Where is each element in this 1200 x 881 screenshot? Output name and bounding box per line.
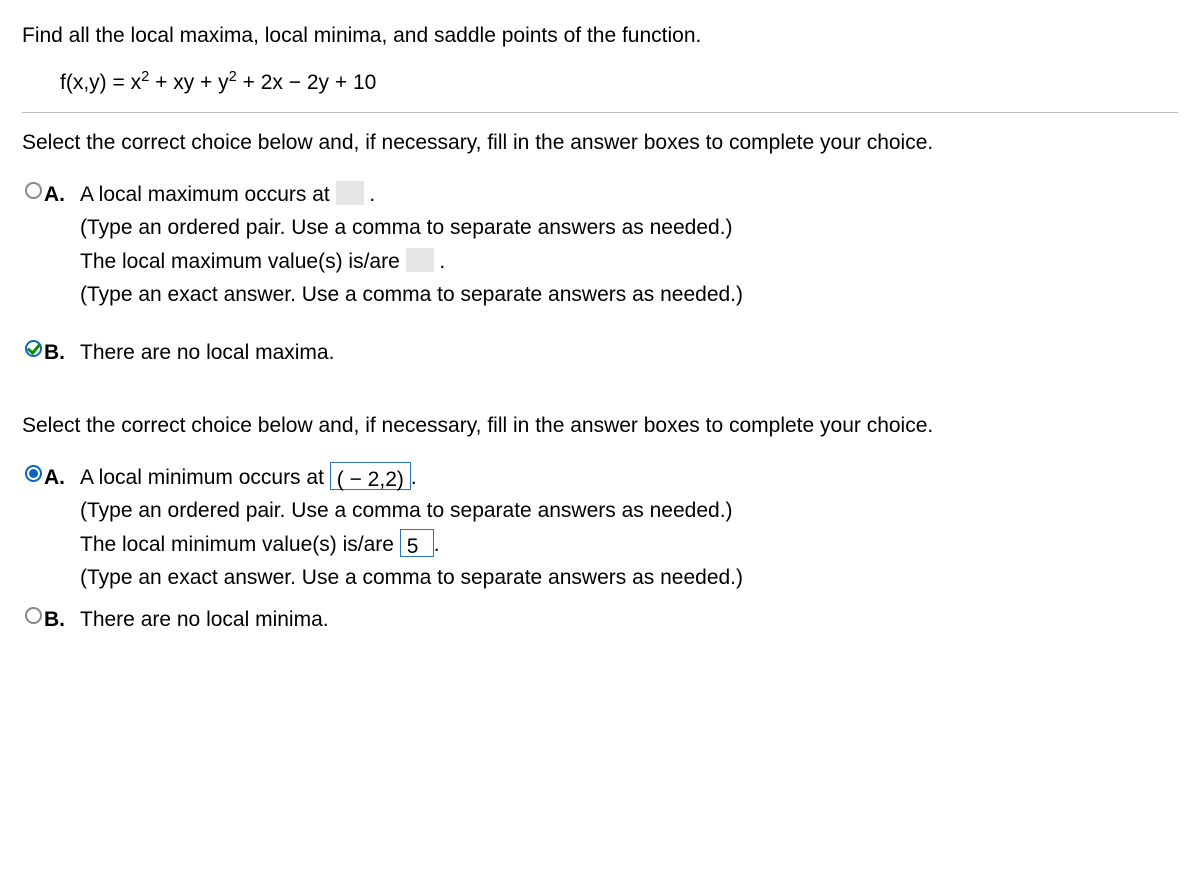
q2a-line1-pre: A local minimum occurs at bbox=[80, 466, 330, 489]
section-1-instruction: Select the correct choice below and, if … bbox=[22, 127, 1178, 159]
q2-radio-b[interactable] bbox=[25, 607, 42, 624]
q1a-line2-pre: The local maximum value(s) is/are bbox=[80, 250, 406, 273]
eq-part-3: + 2x − 2y + 10 bbox=[237, 71, 377, 94]
q1-choice-a: A. A local maximum occurs at . (Type an … bbox=[22, 177, 1178, 313]
superscript-2b: 2 bbox=[229, 69, 237, 85]
eq-part-1: f(x,y) = x bbox=[60, 71, 141, 94]
q2-choice-b: B. There are no local minima. bbox=[22, 602, 1178, 638]
q1a-line1-pre: A local maximum occurs at bbox=[80, 183, 336, 206]
q2a-answer-box-2[interactable]: 5 bbox=[400, 529, 434, 557]
q2a-line2-pre: The local minimum value(s) is/are bbox=[80, 533, 400, 556]
section-2-instruction: Select the correct choice below and, if … bbox=[22, 410, 1178, 442]
q2b-text: There are no local minima. bbox=[80, 604, 1178, 636]
q2a-line1-post: . bbox=[411, 466, 417, 489]
equation: f(x,y) = x2 + xy + y2 + 2x − 2y + 10 bbox=[22, 66, 1178, 99]
problem-statement: Find all the local maxima, local minima,… bbox=[22, 20, 1178, 52]
choice-letter: A. bbox=[44, 460, 80, 494]
q2a-answer-box-1[interactable]: ( − 2,2) bbox=[330, 462, 411, 490]
q1a-line2-post: . bbox=[434, 250, 446, 273]
choice-letter: B. bbox=[44, 602, 80, 636]
q2-choice-a: A. A local minimum occurs at ( − 2,2). (… bbox=[22, 460, 1178, 596]
q2a-hint1: (Type an ordered pair. Use a comma to se… bbox=[80, 495, 1178, 527]
choice-letter: B. bbox=[44, 335, 80, 369]
q2a-hint2: (Type an exact answer. Use a comma to se… bbox=[80, 562, 1178, 594]
q1a-line1-post: . bbox=[364, 183, 376, 206]
q2a-line2-post: . bbox=[434, 533, 440, 556]
choice-letter: A. bbox=[44, 177, 80, 211]
q1a-hint1: (Type an ordered pair. Use a comma to se… bbox=[80, 212, 1178, 244]
q1-choice-b: B. There are no local maxima. bbox=[22, 335, 1178, 371]
q1b-text: There are no local maxima. bbox=[80, 337, 1178, 369]
q1a-hint2: (Type an exact answer. Use a comma to se… bbox=[80, 279, 1178, 311]
q1a-answer-box-2[interactable] bbox=[406, 248, 434, 272]
eq-part-2: + xy + y bbox=[149, 71, 228, 94]
q2-radio-a[interactable] bbox=[25, 465, 42, 482]
q1-radio-b[interactable] bbox=[25, 340, 42, 357]
q1-radio-a[interactable] bbox=[25, 182, 42, 199]
q1a-answer-box-1[interactable] bbox=[336, 181, 364, 205]
divider bbox=[22, 112, 1178, 113]
